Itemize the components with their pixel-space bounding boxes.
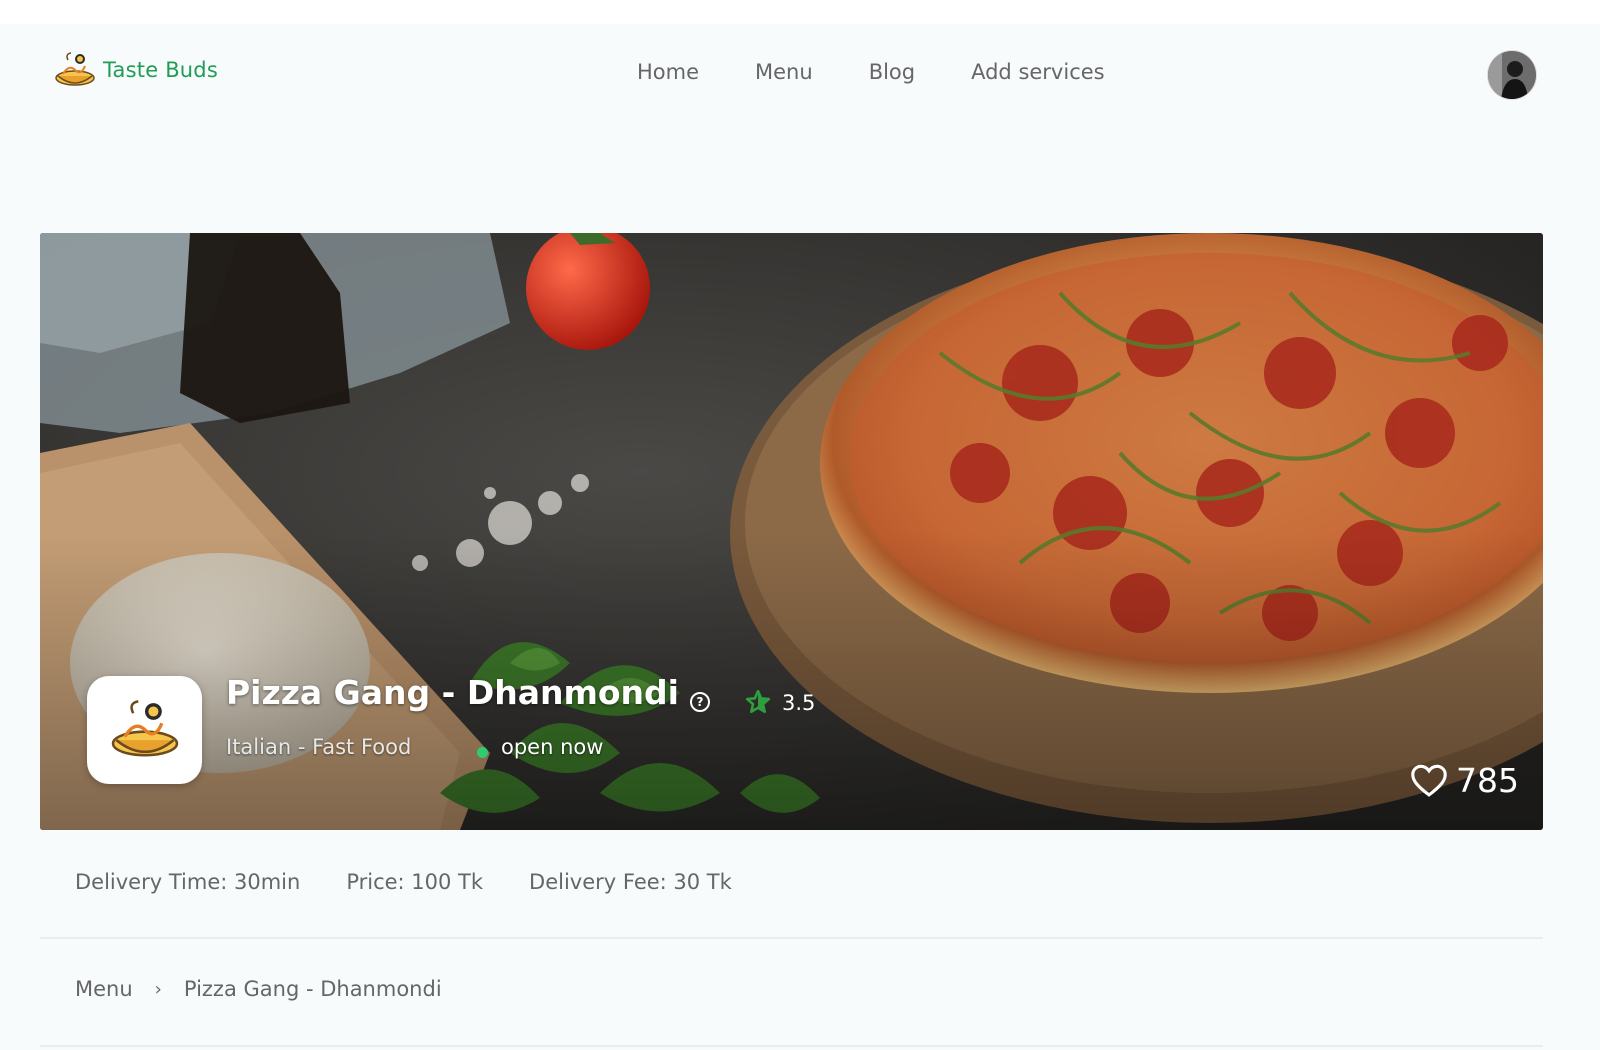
- restaurant-logo: [87, 676, 202, 784]
- cuisine-label: Italian - Fast Food: [226, 735, 412, 759]
- heart-icon: [1411, 764, 1447, 797]
- divider: [40, 937, 1543, 939]
- avatar-image: [1488, 51, 1536, 99]
- brand-name: Taste Buds: [103, 58, 218, 82]
- price-info: Price: 100 Tk: [346, 870, 484, 894]
- delivery-info: Delivery Time: 30min Price: 100 Tk Deliv…: [75, 870, 732, 894]
- breadcrumb: Menu › Pizza Gang - Dhanmondi: [75, 977, 442, 1001]
- breadcrumb-menu[interactable]: Menu: [75, 977, 133, 1001]
- brand-link[interactable]: Taste Buds: [53, 50, 218, 90]
- restaurant-hero: Pizza Gang - Dhanmondi ? 3.5 Italian - F…: [40, 233, 1543, 830]
- chevron-right-icon: ›: [154, 978, 162, 1000]
- nav-home[interactable]: Home: [637, 60, 699, 84]
- breadcrumb-current: Pizza Gang - Dhanmondi: [183, 977, 442, 1001]
- noodle-bowl-logo-icon: [55, 52, 95, 86]
- nav-add-services[interactable]: Add services: [971, 60, 1105, 84]
- page: Taste Buds Home Menu Blog Add services P…: [0, 0, 1600, 1050]
- user-avatar[interactable]: [1488, 51, 1536, 99]
- noodle-bowl-logo-icon: [111, 700, 178, 757]
- navbar: Taste Buds Home Menu Blog Add services: [0, 24, 1600, 124]
- top-strip: [0, 0, 1600, 24]
- delivery-time: Delivery Time: 30min: [75, 870, 301, 894]
- star-icon: [745, 689, 771, 714]
- likes-count: 785: [1456, 761, 1519, 800]
- restaurant-name: Pizza Gang - Dhanmondi: [226, 673, 679, 712]
- open-status-label: open now: [501, 735, 604, 759]
- rating-value: 3.5: [782, 691, 816, 715]
- divider: [40, 1045, 1543, 1047]
- nav-menu[interactable]: Menu: [755, 60, 813, 84]
- delivery-fee: Delivery Fee: 30 Tk: [529, 870, 732, 894]
- like-button[interactable]: 785: [1410, 761, 1519, 800]
- help-icon[interactable]: ?: [690, 692, 710, 712]
- open-status-dot: [477, 747, 488, 758]
- nav-blog[interactable]: Blog: [869, 60, 915, 84]
